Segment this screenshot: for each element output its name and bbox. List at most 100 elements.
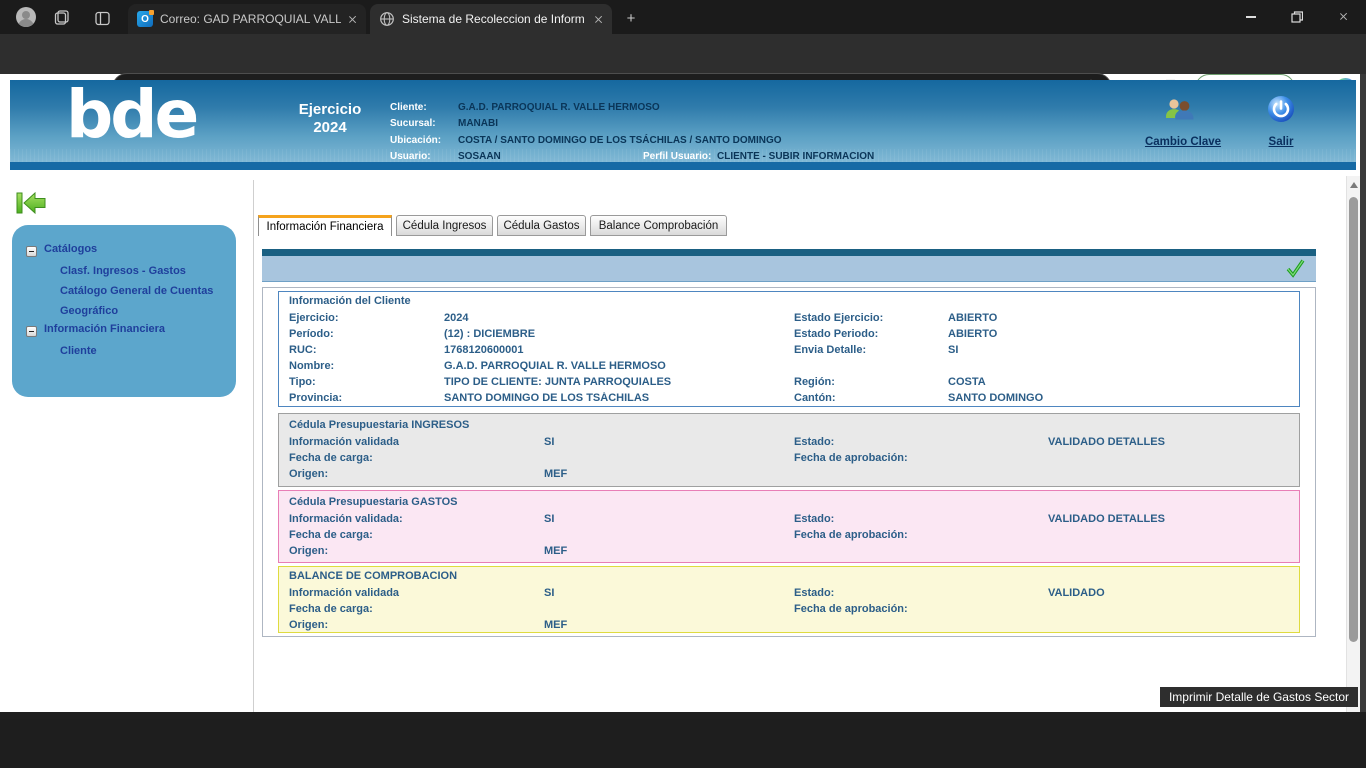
- ejercicio-year: 2024: [282, 119, 378, 137]
- cliente-value: G.A.D. PARROQUIAL R. VALLE HERMOSO: [458, 102, 660, 113]
- field-label: Estado Ejercicio:: [794, 312, 948, 328]
- field-label: Estado:: [794, 587, 1048, 603]
- ejercicio-label: Ejercicio: [282, 101, 378, 119]
- tree-collapse-icon[interactable]: [26, 246, 37, 257]
- sidebar-item-cliente[interactable]: Cliente: [60, 345, 97, 357]
- field-value: VALIDADO DETALLES: [1048, 513, 1299, 529]
- salir-icon[interactable]: [1267, 95, 1295, 128]
- logo-underline-red: [177, 165, 227, 168]
- field-label: Origen:: [289, 468, 544, 484]
- usuario-label: Usuario:: [390, 151, 431, 162]
- browser-toolbar: https://consulta.bde.fin.ec/WebSim/Login…: [0, 34, 1366, 74]
- field-value: [1048, 545, 1299, 561]
- globe-icon: [379, 11, 395, 27]
- cambio-clave-link[interactable]: Cambio Clave: [1128, 136, 1238, 148]
- page-scrollbar[interactable]: [1346, 176, 1360, 712]
- sidebar-item-informacion-financiera[interactable]: Información Financiera: [44, 323, 165, 335]
- field-label: Tipo:: [289, 376, 444, 392]
- sidebar-item-clasf-ingresos-gastos[interactable]: Clasf. Ingresos - Gastos: [60, 265, 186, 277]
- field-label: [794, 468, 1048, 484]
- close-button[interactable]: [1320, 0, 1366, 34]
- field-value: [1048, 529, 1299, 545]
- tab-close-icon[interactable]: [348, 15, 357, 24]
- content-divider: [253, 180, 254, 712]
- field-label: Fecha de carga:: [289, 452, 544, 468]
- taskbar: 2 14°C Mayorm. nublado Búsqueda X W 4: [0, 719, 1366, 768]
- field-label: Origen:: [289, 619, 544, 635]
- field-label: Información validada:: [289, 513, 544, 529]
- screen: O Correo: GAD PARROQUIAL VALLE Sistema d…: [0, 0, 1366, 768]
- sidebar-item-catalogo-general-cuentas[interactable]: Catálogo General de Cuentas: [60, 285, 213, 297]
- field-label: Fecha de aprobación:: [794, 603, 1048, 619]
- tab-cedula-gastos[interactable]: Cédula Gastos: [497, 215, 586, 236]
- tooltip: Imprimir Detalle de Gastos Sector: [1160, 687, 1358, 707]
- salir-link[interactable]: Salir: [1251, 136, 1311, 148]
- new-tab-button[interactable]: +: [622, 9, 640, 27]
- restore-button[interactable]: [1274, 0, 1320, 34]
- tab-close-icon[interactable]: [594, 15, 603, 24]
- field-value: VALIDADO: [1048, 587, 1299, 603]
- field-label: Estado Periodo:: [794, 328, 948, 344]
- workspaces-icon[interactable]: [52, 8, 72, 28]
- sidebar-item-geografico[interactable]: Geográfico: [60, 305, 118, 317]
- client-info-title: Información del Cliente: [279, 292, 1299, 312]
- sucursal-value: MANABI: [458, 118, 498, 129]
- cambio-clave-icon[interactable]: [1162, 96, 1196, 129]
- tab-cedula-ingresos[interactable]: Cédula Ingresos: [396, 215, 493, 236]
- field-label: RUC:: [289, 344, 444, 360]
- tab-actions-icon[interactable]: [92, 8, 112, 28]
- browser-tab-mail[interactable]: O Correo: GAD PARROQUIAL VALLE: [128, 4, 366, 34]
- field-label: Cantón:: [794, 392, 948, 408]
- field-value: SI: [544, 436, 794, 452]
- validated-check-icon: [1284, 257, 1306, 284]
- field-label: Información validada: [289, 436, 544, 452]
- field-label: Estado:: [794, 513, 1048, 529]
- field-value: MEF: [544, 468, 794, 484]
- browser-tab-sistema[interactable]: Sistema de Recoleccion de Inform: [370, 4, 612, 34]
- balance-comprobacion-panel: BALANCE DE COMPROBACION Información vali…: [278, 566, 1300, 633]
- field-value: 2024: [444, 312, 794, 328]
- section-title: Cédula Presupuestaria INGRESOS: [279, 414, 1299, 436]
- field-label: Origen:: [289, 545, 544, 561]
- usuario-value: SOSAAN: [458, 151, 501, 162]
- field-value: [1048, 619, 1299, 635]
- cliente-label: Cliente:: [390, 102, 427, 113]
- field-label: Fecha de aprobación:: [794, 452, 1048, 468]
- field-label: [794, 619, 1048, 635]
- sidebar-tree-panel: Catálogos Clasf. Ingresos - Gastos Catál…: [12, 225, 236, 397]
- perfil-label: Perfil Usuario:: [643, 151, 711, 162]
- field-value: ABIERTO: [948, 312, 1299, 328]
- field-value: [544, 603, 794, 619]
- sidebar-item-catalogos[interactable]: Catálogos: [44, 243, 97, 255]
- field-value: SI: [948, 344, 1299, 360]
- field-value: SI: [544, 587, 794, 603]
- field-value: ABIERTO: [948, 328, 1299, 344]
- field-value: [948, 360, 1299, 376]
- field-label: Envia Detalle:: [794, 344, 948, 360]
- field-value: TIPO DE CLIENTE: JUNTA PARROQUIALES: [444, 376, 794, 392]
- field-value: [544, 529, 794, 545]
- status-bar: [262, 249, 1316, 282]
- tree-collapse-icon[interactable]: [26, 326, 37, 337]
- tab-balance-comprobacion[interactable]: Balance Comprobación: [590, 215, 727, 236]
- browser-profile-avatar[interactable]: [16, 7, 36, 27]
- cedula-ingresos-panel: Cédula Presupuestaria INGRESOS Informaci…: [278, 413, 1300, 487]
- tab-title: Correo: GAD PARROQUIAL VALLE: [160, 12, 341, 26]
- field-value: (12) : DICIEMBRE: [444, 328, 794, 344]
- scrollbar-thumb[interactable]: [1349, 197, 1358, 642]
- field-value: [1048, 468, 1299, 484]
- field-label: [794, 360, 948, 376]
- perfil-value: CLIENTE - SUBIR INFORMACION: [717, 151, 874, 162]
- logo-underline-blue: [137, 165, 177, 168]
- field-value: [1048, 603, 1299, 619]
- tab-informacion-financiera[interactable]: Información Financiera: [258, 215, 392, 236]
- tab-title: Sistema de Recoleccion de Inform: [402, 12, 587, 26]
- sucursal-label: Sucursal:: [390, 118, 436, 129]
- collapse-menu-arrow-icon[interactable]: [16, 191, 46, 220]
- field-value: SANTO DOMINGO DE LOS TSÁCHILAS: [444, 392, 794, 408]
- scroll-up-icon[interactable]: [1350, 182, 1358, 188]
- bde-header: bde Ejercicio 2024 Cliente: G.A.D. PARRO…: [10, 80, 1356, 170]
- minimize-button[interactable]: [1228, 0, 1274, 34]
- bde-logo: bde: [66, 76, 196, 153]
- field-label: Región:: [794, 376, 948, 392]
